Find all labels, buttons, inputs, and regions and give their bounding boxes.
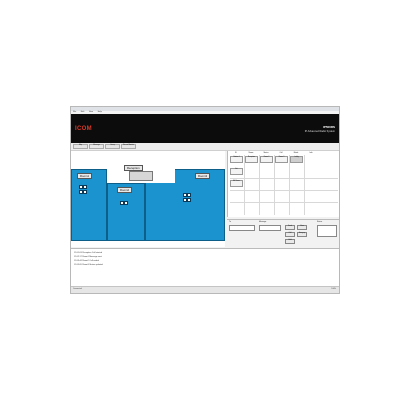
clear-button[interactable]: Clear (297, 225, 307, 230)
toolbar-monitor-button[interactable]: Recent Monitor (121, 144, 136, 149)
label-to: To (229, 221, 231, 223)
room1-area[interactable] (71, 169, 107, 241)
status-text: Connected (73, 288, 82, 290)
floor-map: Reception Room1 Room2 Room3 (71, 151, 225, 247)
call-button[interactable]: Call (285, 232, 295, 237)
station-grid: ID Name Status Call Mode Info Station 1 … (227, 151, 339, 217)
grid-col-header: Name (248, 152, 254, 154)
grid-col-header: Info (309, 152, 313, 154)
grid-col-header: ID (235, 152, 237, 154)
device-icon[interactable] (187, 193, 191, 197)
hangup-button[interactable]: Hang up (297, 232, 307, 237)
grid-cell[interactable]: Ext (230, 168, 243, 175)
grid-divider (230, 202, 338, 203)
app-window: File Edit View Help ICOM IP500RS IP Adva… (70, 106, 340, 294)
grid-cell[interactable]: Station 1 (230, 156, 243, 163)
hold-button[interactable]: Hold (285, 239, 295, 244)
toolbar-group-button[interactable]: Group (105, 144, 120, 149)
toolbar-message-button[interactable]: Message (89, 144, 104, 149)
grid-col-header: Status (263, 152, 269, 154)
grid-divider (244, 155, 245, 215)
event-log: 12:01:03 Reception Call started 12:02:17… (71, 248, 339, 287)
device-icon[interactable] (83, 185, 87, 189)
status-zoom: 100% (331, 288, 336, 290)
product-subtitle: IP Advanced Radio System (304, 130, 335, 133)
product-name: IP500RS (322, 125, 335, 129)
log-line: 12:02:17 Room1 Message sent (74, 256, 102, 258)
call-panel: To Message Status Send Clear Call Hang u… (227, 219, 339, 248)
status-box (317, 225, 337, 237)
grid-col-header: Mode (293, 152, 299, 154)
grid-cell[interactable]: Lobby (290, 156, 303, 163)
grid-col-header: Call (279, 152, 283, 154)
label-message: Message (259, 221, 267, 223)
menu-help[interactable]: Help (98, 111, 102, 113)
message-input[interactable] (259, 225, 281, 231)
grid-divider (304, 155, 305, 215)
toolbar: Map Message Group Recent Monitor (71, 143, 339, 151)
room-label-room3: Room3 (195, 173, 211, 179)
icom-logo: ICOM (75, 126, 92, 132)
brand-header: ICOM IP500RS IP Advanced Radio System (71, 114, 339, 143)
reception-area[interactable] (129, 171, 153, 181)
label-status: Status (317, 221, 323, 223)
menu-view[interactable]: View (89, 111, 93, 113)
grid-cell[interactable]: Room 2 (260, 156, 273, 163)
grid-divider (259, 155, 260, 215)
status-bar: Connected 100% (71, 286, 339, 293)
grid-cell[interactable]: Reception (245, 156, 258, 163)
log-line: 12:05:09 Room3 Status updated (74, 264, 103, 266)
log-line: 12:01:03 Reception Call started (74, 252, 103, 254)
toolbar-map-button[interactable]: Map (73, 144, 88, 149)
menu-file[interactable]: File (73, 111, 76, 113)
device-icon[interactable] (83, 190, 87, 194)
menu-edit[interactable]: Edit (81, 111, 84, 113)
to-input[interactable] (229, 225, 255, 231)
grid-divider (230, 178, 338, 179)
device-icon[interactable] (124, 201, 128, 205)
device-icon[interactable] (187, 198, 191, 202)
grid-cell[interactable]: All Room (230, 180, 243, 187)
send-button[interactable]: Send (285, 225, 295, 230)
grid-divider (230, 190, 338, 191)
room-label-room2: Room2 (117, 187, 133, 193)
log-line: 12:03:44 Room2 Call ended (74, 260, 99, 262)
grid-divider (289, 155, 290, 215)
grid-divider (274, 155, 275, 215)
room-label-reception: Reception (124, 165, 143, 171)
grid-cell[interactable]: Room 3 (275, 156, 288, 163)
room-label-room1: Room1 (77, 173, 93, 179)
